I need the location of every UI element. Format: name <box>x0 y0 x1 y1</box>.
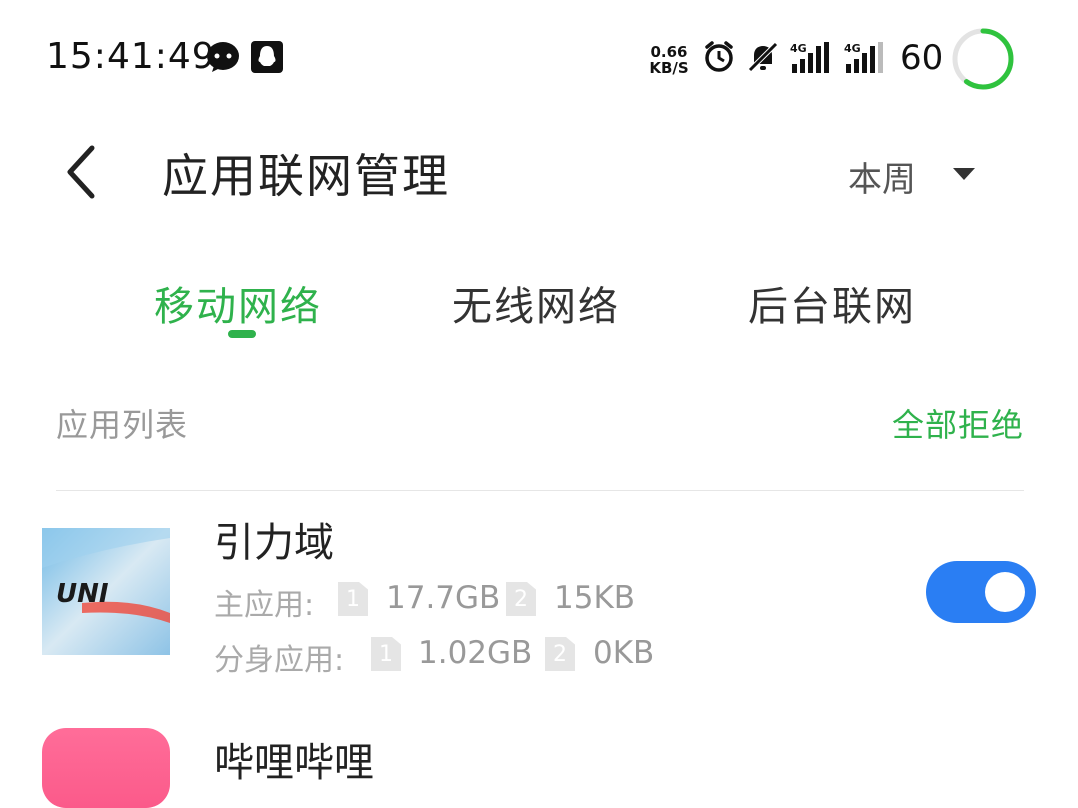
svg-text:4G: 4G <box>790 42 807 55</box>
app-list-label: 应用列表 <box>56 406 189 444</box>
sim1-icon: 1 <box>371 637 401 671</box>
main-sim1-usage: 17.7GB <box>386 580 501 616</box>
app-icon <box>42 728 170 808</box>
main-sim2-usage: 15KB <box>554 580 636 616</box>
app-name: 引力域 <box>214 520 334 566</box>
period-selector[interactable]: 本周 <box>848 152 916 201</box>
page-title: 应用联网管理 <box>162 149 450 203</box>
signal-icon: 4G <box>844 42 883 73</box>
deny-all-button[interactable]: 全部拒绝 <box>892 400 1024 446</box>
clone-sim2-usage: 0KB <box>593 635 655 671</box>
clone-sim1-usage: 1.02GB <box>418 635 533 671</box>
network-toggle[interactable] <box>926 561 1036 623</box>
net-speed: 0.66 KB/S <box>649 43 689 77</box>
sim1-icon: 1 <box>338 582 368 616</box>
divider <box>56 490 1024 491</box>
clone-app-label: 分身应用: <box>214 643 345 678</box>
svg-text:UNI: UNI <box>56 579 109 609</box>
main-app-label: 主应用: <box>214 588 315 623</box>
caret-down-icon[interactable] <box>950 164 978 184</box>
qq-icon <box>251 41 283 73</box>
app-icon: UNI <box>42 528 170 655</box>
mute-icon <box>748 42 778 72</box>
tab-background-network[interactable]: 后台联网 <box>748 274 916 332</box>
wechat-icon <box>207 42 239 72</box>
battery-text: 60 <box>900 38 944 78</box>
svg-text:4G: 4G <box>844 42 861 55</box>
battery-ring-icon <box>952 28 1014 90</box>
sim2-icon: 2 <box>506 582 536 616</box>
tab-wifi-network[interactable]: 无线网络 <box>452 274 620 332</box>
sim2-icon: 2 <box>545 637 575 671</box>
app-name: 哔哩哔哩 <box>214 740 374 786</box>
toggle-knob <box>985 572 1025 612</box>
tab-active-indicator <box>228 330 256 338</box>
signal-icon: 4G <box>790 42 829 73</box>
tab-mobile-network[interactable]: 移动网络 <box>154 274 322 332</box>
status-time: 15:41:49 <box>46 36 216 77</box>
alarm-icon <box>705 41 733 72</box>
back-icon[interactable] <box>60 140 104 204</box>
